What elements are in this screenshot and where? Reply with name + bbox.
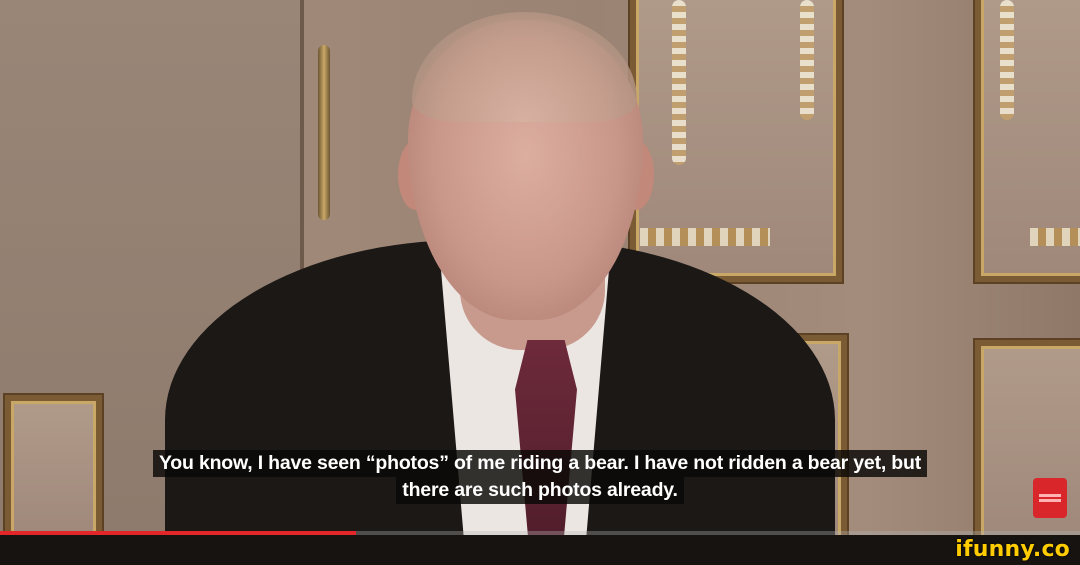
wall-panel-lower-right <box>975 340 1080 552</box>
hair <box>412 12 637 122</box>
bottom-strip <box>0 535 1080 565</box>
ornament-chain <box>800 0 814 120</box>
video-frame: You know, I have seen “photos” of me rid… <box>0 0 1080 565</box>
door-handle <box>318 45 330 220</box>
ornament-bar <box>640 228 770 246</box>
wall-panel-left <box>5 395 102 547</box>
channel-logo-icon[interactable] <box>1033 478 1067 518</box>
watermark-logo: ifunny.co <box>955 537 1070 562</box>
ornament-chain <box>1000 0 1014 120</box>
ornament-chain <box>672 0 686 165</box>
ornament-bar <box>1030 228 1080 246</box>
